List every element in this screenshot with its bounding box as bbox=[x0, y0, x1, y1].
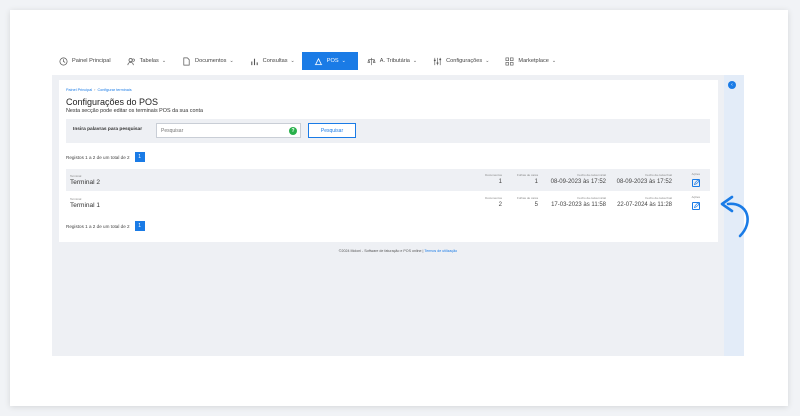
chevron-down-icon: ⌄ bbox=[412, 58, 418, 64]
col-label-documents: Documentos bbox=[485, 196, 502, 200]
scale-icon bbox=[367, 57, 376, 66]
terminal-name: Terminal 1 bbox=[70, 202, 100, 209]
page-subtitle: Nesta secção pode editar os terminais PO… bbox=[66, 108, 203, 114]
nav-documentos[interactable]: Documentos ⌄ bbox=[175, 52, 241, 70]
sliders-icon bbox=[433, 57, 442, 66]
nav-label: Tabelas bbox=[139, 58, 159, 64]
cash-sheets-count: 5 bbox=[534, 202, 538, 208]
pager-bottom: Registos 1 a 2 de um total de 2 1 bbox=[66, 221, 145, 231]
col-label-cash-sheets: Folhas de caixa bbox=[516, 173, 538, 177]
nav-a-tributaria[interactable]: A. Tributária ⌄ bbox=[360, 52, 424, 70]
clock-icon bbox=[59, 57, 68, 66]
col-label-open-date: Fecho da caixa inicial bbox=[577, 173, 606, 177]
open-date: 08-09-2023 às 17:52 bbox=[550, 179, 606, 185]
annotation-arrow-icon bbox=[720, 195, 749, 238]
page-button[interactable]: 1 bbox=[134, 221, 145, 231]
nav-pos[interactable]: POS ⌄ bbox=[301, 52, 358, 70]
col-label-cash-sheets: Folhas de caixa bbox=[516, 196, 538, 200]
document-icon bbox=[182, 57, 191, 66]
nav-label: Consultas bbox=[262, 58, 288, 64]
main-navbar: Painel Principal Tabelas ⌄ Documentos ⌄ … bbox=[52, 50, 744, 72]
people-icon bbox=[127, 57, 136, 66]
nav-label: A. Tributária bbox=[379, 58, 410, 64]
pager-summary: Registos 1 a 2 de um total de 2 bbox=[66, 154, 130, 160]
edit-icon[interactable] bbox=[692, 202, 700, 210]
chevron-down-icon: ⌄ bbox=[551, 58, 557, 64]
footer: ©2024 Moloni - Software de faturação e P… bbox=[52, 249, 744, 253]
col-label-documents: Documentos bbox=[485, 173, 502, 177]
pos-icon bbox=[314, 57, 323, 66]
pager-top: Registos 1 a 2 de um total de 2 1 bbox=[66, 152, 145, 162]
close-date: 22-07-2024 às 11:28 bbox=[617, 202, 672, 208]
col-label-close-date: Fecho da caixa final bbox=[645, 173, 672, 177]
search-bar: Insira palavras para pesquisar ? Pesquis… bbox=[66, 119, 710, 143]
search-label: Insira palavras para pesquisar bbox=[73, 127, 143, 132]
documents-count: 1 bbox=[498, 179, 502, 185]
nav-label: Documentos bbox=[195, 58, 227, 64]
terminal-name: Terminal 2 bbox=[70, 179, 100, 186]
search-input[interactable] bbox=[156, 123, 301, 138]
chevron-down-icon: ⌄ bbox=[290, 58, 295, 64]
chevron-down-icon: ⌄ bbox=[341, 58, 346, 64]
chevron-down-icon: ⌄ bbox=[229, 58, 234, 64]
nav-label: Marketplace bbox=[518, 58, 549, 64]
documents-count: 2 bbox=[498, 202, 502, 208]
col-label-terminal: Terminal bbox=[70, 197, 82, 201]
nav-painel-principal[interactable]: Painel Principal bbox=[52, 52, 118, 70]
chevron-down-icon: ⌄ bbox=[161, 58, 167, 64]
nav-label: Painel Principal bbox=[72, 58, 111, 64]
close-date: 08-09-2023 às 17:52 bbox=[616, 179, 672, 185]
col-label-terminal: Terminal bbox=[70, 174, 82, 178]
breadcrumb-current[interactable]: Configurar terminais bbox=[97, 88, 131, 92]
chevron-down-icon: ⌄ bbox=[485, 58, 490, 64]
nav-consultas[interactable]: Consultas ⌄ bbox=[243, 52, 302, 70]
bar-chart-icon bbox=[250, 57, 259, 66]
nav-configuracoes[interactable]: Configurações ⌄ bbox=[426, 52, 496, 70]
grid-icon bbox=[505, 57, 514, 66]
cash-sheets-count: 1 bbox=[534, 179, 538, 185]
col-label-open-date: Fecho da caixa inicial bbox=[577, 196, 606, 200]
page-button[interactable]: 1 bbox=[134, 152, 145, 162]
collapse-sidebar-button[interactable]: ‹ bbox=[728, 81, 736, 89]
main-card: Painel Principal › Configurar terminais Co… bbox=[59, 80, 718, 242]
pager-summary: Registos 1 a 2 de um total de 2 bbox=[66, 223, 130, 229]
nav-label: POS bbox=[326, 58, 339, 64]
table-row[interactable]: Terminal Terminal 2 Documentos 1 Folhas … bbox=[66, 169, 710, 191]
help-icon[interactable]: ? bbox=[289, 127, 297, 135]
nav-marketplace[interactable]: Marketplace ⌄ bbox=[498, 52, 563, 70]
breadcrumb-home[interactable]: Painel Principal bbox=[66, 88, 92, 92]
table-row[interactable]: Terminal Terminal 1 Documentos 2 Folhas … bbox=[66, 192, 710, 214]
page-title: Configurações do POS bbox=[66, 97, 159, 107]
workspace: ‹ Painel Principal › Configurar terminais … bbox=[52, 75, 744, 356]
nav-label: Configurações bbox=[446, 58, 483, 64]
nav-tabelas[interactable]: Tabelas ⌄ bbox=[120, 52, 173, 70]
edit-icon[interactable] bbox=[692, 179, 700, 187]
terms-link[interactable]: Termos de utilização bbox=[424, 249, 457, 253]
footer-text: ©2024 Moloni - Software de faturação e P… bbox=[338, 249, 425, 253]
col-label-close-date: Fecho da caixa final bbox=[645, 196, 672, 200]
search-button[interactable]: Pesquisar bbox=[308, 123, 356, 138]
breadcrumb: Painel Principal › Configurar terminais bbox=[66, 88, 132, 92]
col-label-actions: Ações bbox=[691, 172, 700, 176]
col-label-actions: Ações bbox=[691, 195, 700, 199]
open-date: 17-03-2023 às 11:58 bbox=[551, 202, 606, 208]
